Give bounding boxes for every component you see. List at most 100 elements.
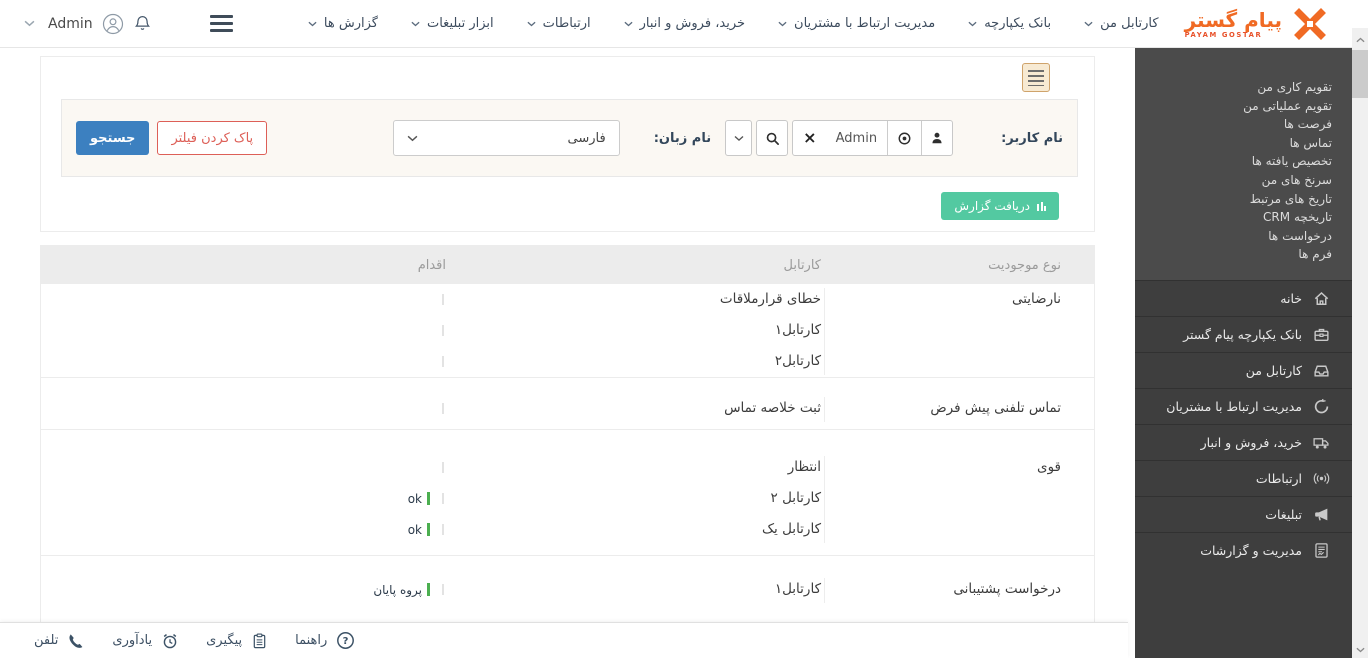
sidebar-item[interactable]: مدیریت و گزارشات	[1135, 531, 1352, 568]
topnav-item[interactable]: ابزار تبلیغات	[411, 16, 494, 31]
sidebar-quick-link[interactable]: تخصیص یافته ها	[1155, 152, 1332, 171]
selected-user-value: Admin	[835, 130, 878, 146]
svg-text:?: ?	[343, 636, 349, 647]
action-column-cell: پروه پایان	[41, 574, 454, 605]
sidebar-item-label: بانک یکپارچه پیام گستر	[1183, 326, 1302, 342]
sidebar-item-label: تبلیغات	[1265, 506, 1302, 522]
sidebar-item[interactable]: بانک یکپارچه پیام گستر	[1135, 315, 1352, 352]
cartable-cell: کارتابل۱	[774, 322, 821, 338]
logo[interactable]: پیام گستر PAYAM GOSTAR	[1185, 7, 1330, 41]
action-separator	[442, 356, 444, 367]
user-avatar-icon[interactable]	[102, 13, 124, 35]
sidebar-item[interactable]: ارتباطات	[1135, 459, 1352, 496]
footer-item-help[interactable]: راهنما?	[295, 631, 355, 650]
app-window: پیام گستر PAYAM GOSTAR کارتابل من بانک یک…	[0, 0, 1368, 658]
language-select[interactable]: فارسی	[392, 120, 620, 156]
topnav-item[interactable]: بانک یکپارچه	[968, 16, 1051, 31]
results-table-card: نوع موجودیت کارتابل اقدام نارضایتی خطای ق…	[40, 245, 1095, 637]
alarm-icon	[161, 632, 179, 650]
notifications-bell-icon[interactable]	[133, 14, 152, 34]
topnav-item-label: ابزار تبلیغات	[426, 16, 494, 31]
action-separator	[442, 524, 444, 535]
sidebar-quick-link[interactable]: تقویم عملیاتی من	[1155, 97, 1332, 116]
clear-user-icon[interactable]: ×	[803, 130, 816, 146]
action-active-bar	[427, 492, 430, 505]
clear-filter-button[interactable]: پاک کردن فیلتر	[157, 121, 268, 155]
sidebar-quick-link[interactable]: تاریخچه CRM	[1155, 208, 1332, 227]
target-icon[interactable]	[887, 121, 921, 155]
logo-subtitle: PAYAM GOSTAR	[1184, 30, 1263, 39]
footer-item-label: پیگیری	[206, 633, 243, 648]
cartable-column-cell: کارتابل۱	[454, 574, 825, 605]
sidebar-item-label: ارتباطات	[1255, 470, 1302, 486]
table-row-group: درخواست پشتیبانی کارتابل۱ پروه پایان	[41, 555, 1094, 610]
sidebar-item[interactable]: خانه	[1135, 279, 1352, 316]
action-cell: ok	[41, 483, 454, 514]
notepad-icon[interactable]	[1022, 63, 1050, 92]
topnav-item[interactable]: خرید، فروش و انبار	[624, 16, 745, 31]
sidebar-quick-link[interactable]: تاریخ های مرتبط	[1155, 190, 1332, 209]
action-separator	[442, 462, 444, 473]
footer-item-label: تلفن	[34, 633, 59, 648]
action-label[interactable]: ok	[408, 492, 422, 506]
sidebar-quick-link[interactable]: تماس ها	[1155, 134, 1332, 153]
cartable-column-header: کارتابل	[783, 257, 821, 273]
sidebar-item[interactable]: خرید، فروش و انبار	[1135, 423, 1352, 460]
action-cell	[41, 284, 454, 315]
sidebar-quick-link[interactable]: فرصت ها	[1155, 115, 1332, 134]
sidebar-quick-link[interactable]: سرنخ های من	[1155, 171, 1332, 190]
action-label[interactable]: پروه پایان	[373, 583, 422, 597]
footer-item-phone[interactable]: تلفن	[34, 632, 85, 650]
cartable-cell: کارتابل۱	[774, 581, 821, 597]
user-dropdown-chevron-down-icon[interactable]	[725, 120, 753, 156]
chevron-down-icon	[308, 21, 317, 27]
user-field-label: نام کاربر:	[1001, 130, 1063, 146]
sidebar-quick-link[interactable]: درخواست ها	[1155, 227, 1332, 246]
crm-icon	[1313, 398, 1330, 415]
topnav-item[interactable]: ارتباطات	[527, 16, 591, 31]
topnav-item[interactable]: مدیریت ارتباط با مشتریان	[778, 16, 935, 31]
footer-item-alarm[interactable]: یادآوری	[112, 632, 179, 650]
scroll-down-arrow-icon[interactable]	[1352, 642, 1368, 658]
search-button[interactable]: جستجو	[76, 121, 150, 155]
bank-icon	[1313, 326, 1330, 343]
user-search-button[interactable]	[756, 120, 789, 156]
sidebar-item[interactable]: کارتابل من	[1135, 351, 1352, 388]
action-active-bar	[427, 523, 430, 536]
scroll-up-arrow-icon[interactable]	[1352, 32, 1368, 48]
footer-item-followup[interactable]: پیگیری	[206, 632, 268, 650]
select-chevron-down-icon	[407, 135, 418, 142]
user-menu-chevron-down-icon[interactable]	[24, 20, 35, 27]
footer-toolbar: تلفن یادآوری پیگیری راهنما?	[0, 622, 1128, 658]
phone-icon	[67, 632, 85, 650]
sidebar-item[interactable]: مدیریت ارتباط با مشتریان	[1135, 387, 1352, 424]
sidebar-item-label: مدیریت ارتباط با مشتریان	[1166, 398, 1302, 414]
get-report-button[interactable]: دریافت گزارش	[941, 192, 1059, 220]
entity-type-column-header: نوع موجودیت	[988, 257, 1061, 273]
user-menu-label[interactable]: Admin	[48, 16, 93, 32]
cartable-cell: خطای قرارملاقات	[719, 291, 821, 307]
sidebar-quick-link[interactable]: تقویم کاری من	[1155, 78, 1332, 97]
scrollbar-thumb[interactable]	[1352, 50, 1368, 98]
cartable-column-cell: خطای قرارملاقات کارتابل۱ کارتابل۲	[454, 284, 825, 377]
reports-icon	[1313, 542, 1330, 559]
sidebar-item-label: خرید، فروش و انبار	[1200, 434, 1302, 450]
footer-item-label: راهنما	[295, 633, 328, 648]
action-separator	[442, 493, 444, 504]
menu-toggle-button[interactable]	[208, 11, 235, 36]
topnav-item[interactable]: کارتابل من	[1084, 16, 1159, 31]
table-row-group: قوی انتظار کارتابل ۲ کارتابل یک ok ok	[41, 429, 1094, 555]
topnav-item[interactable]: گزارش ها	[308, 16, 378, 31]
action-label[interactable]: ok	[408, 523, 422, 537]
chevron-down-icon	[968, 21, 977, 27]
page-scrollbar[interactable]	[1352, 28, 1368, 658]
topnav-item-label: گزارش ها	[323, 16, 378, 31]
user-picker-value-box[interactable]: Admin ×	[792, 120, 954, 156]
sidebar-item-label: خانه	[1280, 290, 1302, 306]
person-icon	[921, 121, 952, 155]
entity-type-cell: قوی	[1037, 459, 1061, 475]
sidebar-quick-link[interactable]: فرم ها	[1155, 245, 1332, 264]
chevron-down-icon	[527, 21, 536, 27]
sidebar-item[interactable]: تبلیغات	[1135, 495, 1352, 532]
followup-icon	[251, 632, 268, 650]
